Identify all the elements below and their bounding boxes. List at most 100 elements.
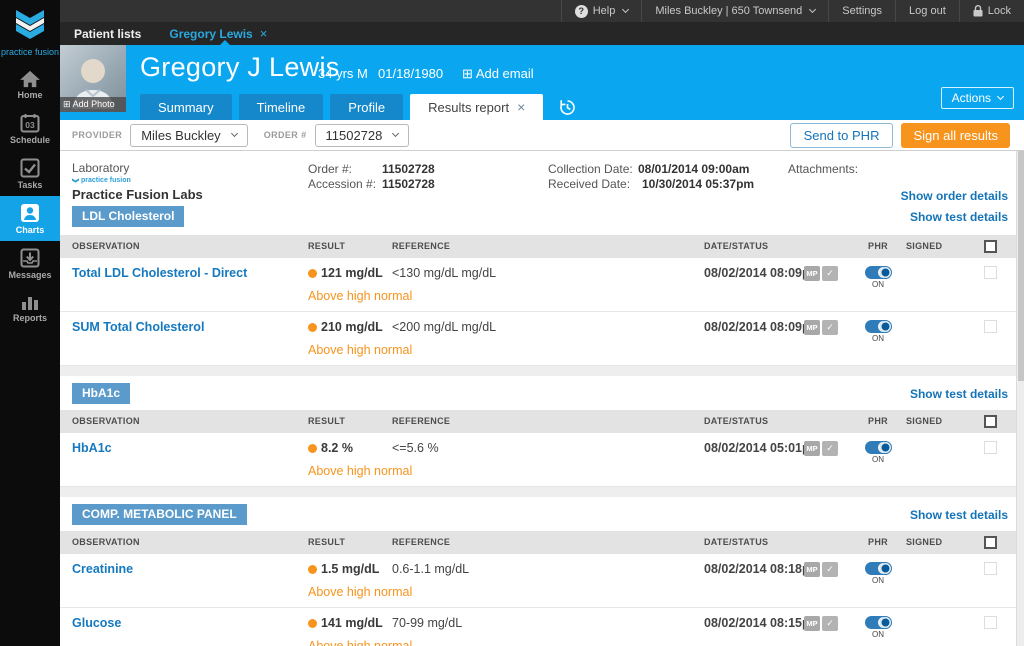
abnormal-flag-label: Above high normal [308, 343, 392, 357]
practice-fusion-logo[interactable]: practice fusion [0, 0, 60, 63]
lock-button[interactable]: Lock [959, 0, 1024, 22]
column-header-phr: PHR [850, 414, 906, 429]
phr-toggle[interactable] [865, 441, 892, 454]
patient-tab-bar: Patient lists Gregory Lewis × [60, 22, 1024, 45]
column-header-select [972, 239, 1008, 254]
mp-button[interactable]: MP [804, 441, 820, 456]
mp-button[interactable]: MP [804, 616, 820, 631]
section-rows: Creatinine 1.5 mg/dL Above high normal 0… [60, 554, 1024, 646]
user-location-menu[interactable]: Miles Buckley | 650 Townsend [641, 0, 828, 22]
patient-dob: 01/18/1980 [378, 66, 443, 81]
select-all-checkbox[interactable] [984, 240, 997, 253]
observation-cell: SUM Total Cholesterol [72, 320, 308, 334]
collection-date-value: 08/01/2014 09:00am [638, 162, 749, 176]
close-results-tab-icon[interactable]: × [517, 99, 525, 115]
bar-chart-icon [20, 293, 40, 311]
select-all-checkbox[interactable] [984, 415, 997, 428]
column-header-select [972, 414, 1008, 429]
result-value: 8.2 % [321, 441, 353, 455]
phr-state-label: ON [872, 280, 884, 289]
sidebar-item-charts[interactable]: Charts [0, 196, 60, 241]
lock-label: Lock [988, 5, 1011, 17]
actions-label: Actions [952, 91, 991, 105]
row-actions: MP ✓ [804, 616, 850, 631]
show-test-details-link[interactable]: Show test details [910, 210, 1008, 224]
phr-cell: ON [850, 320, 906, 343]
mp-button[interactable]: MP [804, 320, 820, 335]
phr-cell: ON [850, 616, 906, 639]
show-order-details-link[interactable]: Show order details [901, 189, 1008, 203]
settings-button[interactable]: Settings [828, 0, 895, 22]
show-test-details-link[interactable]: Show test details [910, 387, 1008, 401]
ack-check-button[interactable]: ✓ [822, 562, 838, 577]
row-checkbox[interactable] [984, 320, 997, 333]
order-number-value: 11502728 [326, 128, 383, 143]
tab-results-report[interactable]: Results report × [410, 94, 543, 120]
tab-patient-lists[interactable]: Patient lists [60, 27, 155, 41]
ack-check-button[interactable]: ✓ [822, 266, 838, 281]
help-label: Help [593, 5, 616, 17]
scrollbar-thumb[interactable] [1018, 151, 1024, 381]
result-row: Total LDL Cholesterol - Direct 121 mg/dL… [60, 258, 1024, 312]
observation-link[interactable]: Glucose [72, 616, 121, 630]
actions-button[interactable]: Actions [941, 87, 1014, 109]
help-menu[interactable]: ? Help [561, 0, 642, 22]
phr-toggle[interactable] [865, 562, 892, 575]
results-section: OBSERVATION RESULT REFERENCE DATE/STATUS… [60, 235, 1024, 366]
phr-toggle[interactable] [865, 616, 892, 629]
logout-button[interactable]: Log out [895, 0, 959, 22]
sidebar-item-reports[interactable]: Reports [0, 286, 60, 329]
close-patient-tab-icon[interactable]: × [260, 26, 268, 41]
sidebar-item-messages[interactable]: Messages [0, 241, 60, 286]
ack-check-button[interactable]: ✓ [822, 616, 838, 631]
show-test-details-link[interactable]: Show test details [910, 508, 1008, 522]
mp-button[interactable]: MP [804, 562, 820, 577]
select-cell [972, 266, 1008, 282]
mp-button[interactable]: MP [804, 266, 820, 281]
app-window: ? Help Miles Buckley | 650 Townsend Sett… [0, 0, 1024, 646]
add-photo-button[interactable]: ⊞ Add Photo [60, 97, 126, 112]
sidebar-item-home[interactable]: Home [0, 63, 60, 106]
abnormal-flag-label: Above high normal [308, 464, 392, 478]
observation-link[interactable]: SUM Total Cholesterol [72, 320, 204, 334]
phr-state-label: ON [872, 455, 884, 464]
abnormal-dot-icon [308, 444, 317, 453]
ack-check-button[interactable]: ✓ [822, 441, 838, 456]
calendar-icon: 03 [20, 113, 40, 133]
column-header-observation: OBSERVATION [72, 239, 308, 254]
phr-state-label: ON [872, 334, 884, 343]
row-checkbox[interactable] [984, 616, 997, 629]
vertical-scrollbar[interactable] [1016, 151, 1024, 646]
add-email-button[interactable]: ⊞ Add email [462, 66, 534, 82]
tab-profile[interactable]: Profile [330, 94, 403, 120]
observation-link[interactable]: Total LDL Cholesterol - Direct [72, 266, 247, 280]
observation-link[interactable]: HbA1c [72, 441, 112, 455]
column-header-phr: PHR [850, 535, 906, 550]
sidebar-item-label: Charts [0, 225, 60, 235]
row-checkbox[interactable] [984, 441, 997, 454]
observation-link[interactable]: Creatinine [72, 562, 133, 576]
phr-toggle[interactable] [865, 320, 892, 333]
phr-toggle[interactable] [865, 266, 892, 279]
history-button[interactable] [550, 94, 585, 120]
row-checkbox[interactable] [984, 562, 997, 575]
order-number-label: ORDER # [264, 130, 307, 140]
send-to-phr-button[interactable]: Send to PHR [790, 123, 894, 148]
result-date-status: 08/02/2014 05:01pm [704, 441, 804, 455]
tab-timeline[interactable]: Timeline [239, 94, 324, 120]
sidebar-item-schedule[interactable]: 03 Schedule [0, 106, 60, 151]
lab-logo-small: practice fusion [72, 177, 131, 184]
sign-all-results-button[interactable]: Sign all results [901, 123, 1010, 148]
sidebar-item-tasks[interactable]: Tasks [0, 151, 60, 196]
tab-active-patient[interactable]: Gregory Lewis × [155, 26, 281, 41]
provider-select[interactable]: Miles Buckley [130, 124, 247, 147]
select-all-checkbox[interactable] [984, 536, 997, 549]
tab-summary[interactable]: Summary [140, 94, 232, 120]
row-checkbox[interactable] [984, 266, 997, 279]
patient-photo[interactable]: ⊞ Add Photo [60, 45, 126, 112]
ack-check-button[interactable]: ✓ [822, 320, 838, 335]
chevron-down-icon [392, 130, 399, 137]
svg-text:03: 03 [25, 120, 35, 130]
order-number-select[interactable]: 11502728 [315, 124, 410, 147]
patient-name: Gregory J Lewis [140, 52, 340, 83]
